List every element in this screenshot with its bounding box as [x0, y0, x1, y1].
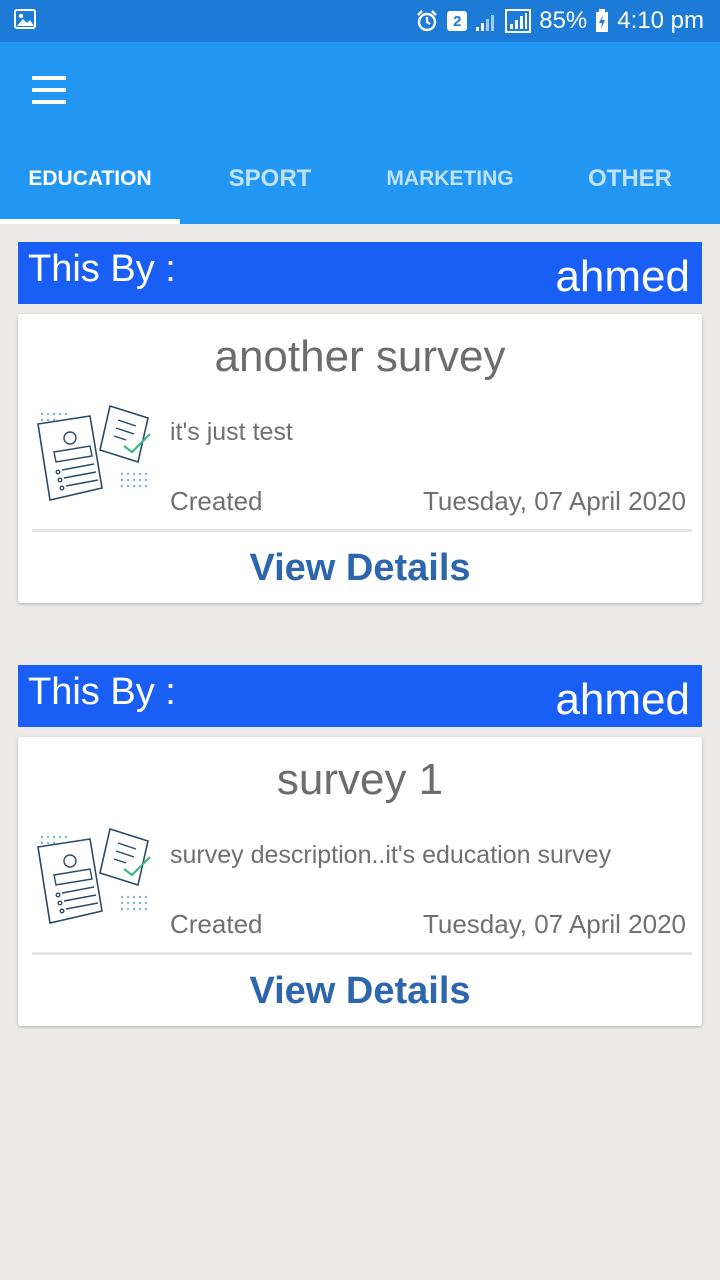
survey-card: survey 1 survey description..it's educat…: [18, 737, 702, 1026]
survey-title: survey 1: [276, 755, 444, 804]
battery-percent: 85%: [539, 7, 588, 34]
by-label: This By :: [28, 248, 176, 290]
tab-sport[interactable]: SPORT: [180, 138, 360, 224]
author-name: ahmed: [555, 252, 690, 301]
tab-marketing[interactable]: MARKETING: [360, 138, 540, 224]
tab-other[interactable]: OTHER: [540, 138, 720, 224]
survey-card: another survey it's just test Created Tu…: [18, 314, 702, 603]
tab-education[interactable]: EDUCATION: [0, 138, 180, 224]
author-banner: This By : ahmed: [18, 242, 702, 304]
survey-documents-illustration: [32, 823, 156, 938]
alarm-icon: [415, 9, 439, 33]
card-divider: [32, 529, 692, 532]
hamburger-menu-icon[interactable]: [22, 70, 76, 110]
author-banner: This By : ahmed: [18, 665, 702, 727]
survey-description: survey description..it's education surve…: [170, 841, 612, 869]
battery-charging-icon: [595, 9, 609, 33]
signal-weak-icon: [475, 10, 497, 32]
category-tabs: EDUCATION SPORT MARKETING OTHER: [0, 138, 720, 224]
by-label: This By :: [28, 671, 176, 713]
survey-description: it's just test: [170, 418, 293, 446]
created-label: Created: [170, 486, 263, 516]
created-label: Created: [170, 909, 263, 939]
view-details-button[interactable]: View Details: [18, 540, 702, 596]
image-notification-icon: [14, 8, 36, 34]
sim-badge: 2: [447, 11, 468, 31]
status-bar: 2 85% 4:10 pm: [0, 0, 720, 42]
created-date: Tuesday, 07 April 2020: [422, 909, 686, 939]
app-bar: EDUCATION SPORT MARKETING OTHER: [0, 42, 720, 224]
created-date: Tuesday, 07 April 2020: [422, 486, 686, 516]
view-details-button[interactable]: View Details: [18, 963, 702, 1019]
author-name: ahmed: [555, 675, 690, 724]
survey-documents-illustration: [32, 400, 156, 515]
clock-time: 4:10 pm: [617, 7, 704, 34]
card-divider: [32, 952, 692, 955]
signal-icon: [505, 9, 532, 33]
survey-title: another survey: [214, 332, 506, 381]
